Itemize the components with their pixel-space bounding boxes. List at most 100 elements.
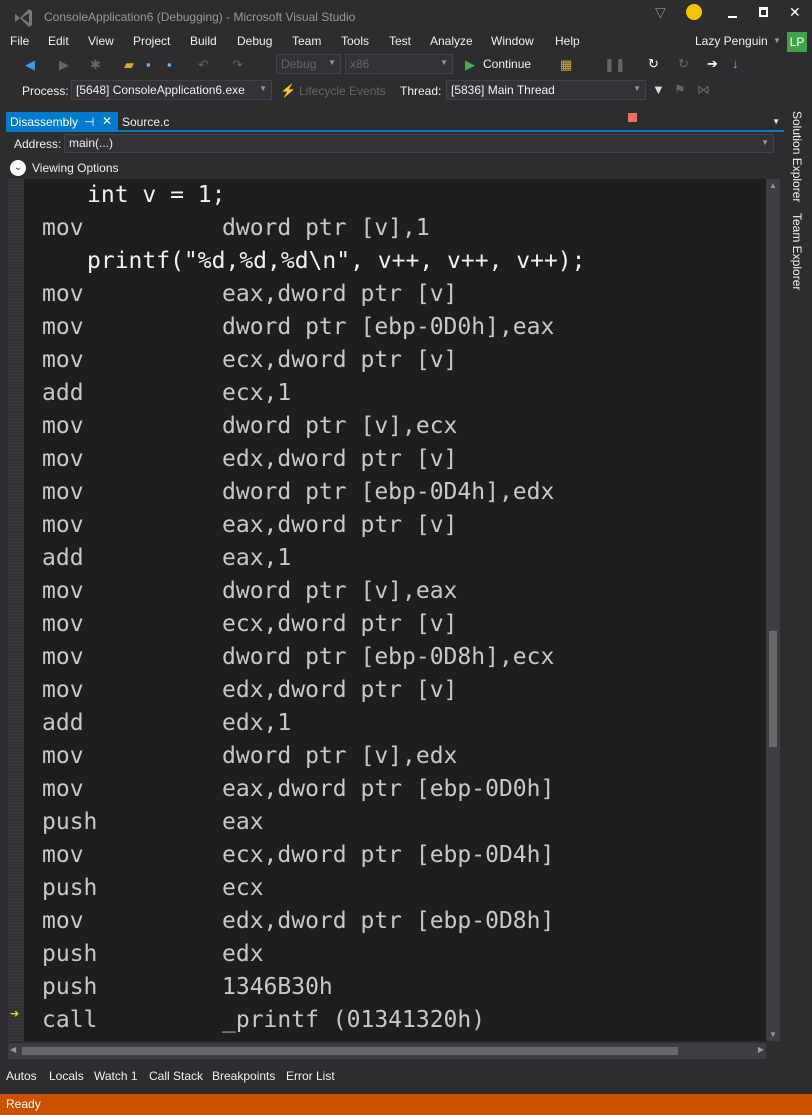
instruction-line[interactable]: push ecx xyxy=(8,872,766,905)
instruction-line[interactable]: push 1346B30h xyxy=(8,971,766,1004)
horizontal-scrollbar[interactable]: ◀ ▶ xyxy=(8,1043,766,1059)
source-line[interactable]: int v = 1; xyxy=(8,179,766,212)
restart-icon[interactable]: ↻ xyxy=(648,56,659,72)
forward-icon[interactable]: ▶ xyxy=(59,57,69,73)
chevron-down-icon: ▼ xyxy=(328,58,336,67)
operands: eax xyxy=(222,809,264,835)
scroll-down-icon[interactable]: ▼ xyxy=(769,1030,777,1039)
new-project-icon[interactable]: ✱ xyxy=(90,57,101,73)
tab-breakpoints[interactable]: Breakpoints xyxy=(212,1069,275,1083)
instruction-line[interactable]: mov ecx,dword ptr [v] xyxy=(8,608,766,641)
chevron-down-icon[interactable]: ▼ xyxy=(773,36,781,45)
stack-frame-icon[interactable]: ⋈ xyxy=(697,82,710,98)
menu-window[interactable]: Window xyxy=(491,34,534,48)
menu-view[interactable]: View xyxy=(88,34,114,48)
instruction-line[interactable]: mov edx,dword ptr [ebp-0D8h] xyxy=(8,905,766,938)
scroll-left-icon[interactable]: ◀ xyxy=(10,1045,16,1054)
maximize-button[interactable] xyxy=(759,7,768,17)
notification-filter-icon[interactable]: ▽ xyxy=(655,4,666,21)
instruction-line[interactable]: mov dword ptr [ebp-0D8h],ecx xyxy=(8,641,766,674)
flag-thread-icon[interactable]: ⚑ xyxy=(674,82,686,98)
menu-test[interactable]: Test xyxy=(389,34,411,48)
continue-button[interactable]: Continue xyxy=(483,57,531,71)
side-tab-solution-explorer[interactable]: Solution Explorer xyxy=(790,111,804,202)
pin-icon[interactable]: ⊣ xyxy=(84,115,94,129)
minimize-button[interactable] xyxy=(728,16,737,18)
open-file-icon[interactable]: ▰ xyxy=(124,57,134,73)
menu-build[interactable]: Build xyxy=(190,34,217,48)
feedback-smiley-icon[interactable] xyxy=(686,4,702,20)
close-tab-icon[interactable]: ✕ xyxy=(102,114,112,128)
instruction-line[interactable]: mov dword ptr [v],ecx xyxy=(8,410,766,443)
instruction-line[interactable]: mov ecx,dword ptr [ebp-0D4h] xyxy=(8,839,766,872)
play-icon[interactable]: ▶ xyxy=(465,57,475,73)
user-account[interactable]: Lazy Penguin xyxy=(695,34,768,48)
refresh-icon[interactable]: ↻ xyxy=(678,56,689,72)
undo-icon[interactable]: ↶ xyxy=(198,57,209,73)
instruction-line[interactable]: mov edx,dword ptr [v] xyxy=(8,674,766,707)
show-next-statement-icon[interactable]: ➔ xyxy=(707,56,718,72)
viewing-options[interactable]: ⌄ Viewing Options xyxy=(6,157,778,179)
side-tab-team-explorer[interactable]: Team Explorer xyxy=(790,213,804,290)
lifecycle-events-button[interactable]: Lifecycle Events xyxy=(299,84,386,98)
instruction-line[interactable]: mov eax,dword ptr [ebp-0D0h] xyxy=(8,773,766,806)
vertical-scroll-thumb[interactable] xyxy=(769,631,777,747)
thread-select[interactable]: [5836] Main Thread ▼ xyxy=(446,80,646,100)
instruction-line[interactable]: mov eax,dword ptr [v] xyxy=(8,509,766,542)
menu-analyze[interactable]: Analyze xyxy=(430,34,473,48)
disassembly-editor[interactable]: int v = 1; mov dword ptr [v],1 printf("%d,%… xyxy=(8,179,766,1041)
pause-icon[interactable]: ❚❚ xyxy=(604,57,626,73)
instruction-line[interactable]: add ecx,1 xyxy=(8,377,766,410)
configuration-select[interactable]: Debug ▼ xyxy=(276,54,341,74)
tab-source-c[interactable]: Source.c xyxy=(122,115,169,129)
instruction-line[interactable]: mov ecx,dword ptr [v] xyxy=(8,344,766,377)
source-line[interactable]: printf("%d,%d,%d\n", v++, v++, v++); xyxy=(8,245,766,278)
instruction-line[interactable]: add eax,1 xyxy=(8,542,766,575)
menu-team[interactable]: Team xyxy=(292,34,321,48)
menu-tools[interactable]: Tools xyxy=(341,34,369,48)
process-select[interactable]: [5648] ConsoleApplication6.exe ▼ xyxy=(71,80,272,100)
address-input[interactable]: main(...) ▼ xyxy=(64,134,774,153)
save-icon[interactable]: ▪ xyxy=(146,57,151,73)
title-bar: ConsoleApplication6 (Debugging) - Micros… xyxy=(0,0,812,32)
instruction-line[interactable]: mov edx,dword ptr [v] xyxy=(8,443,766,476)
instruction-line[interactable]: mov dword ptr [ebp-0D0h],eax xyxy=(8,311,766,344)
tab-locals[interactable]: Locals xyxy=(49,1069,84,1083)
attach-process-icon[interactable]: ▦ xyxy=(560,57,572,73)
instruction-line[interactable]: call _printf (01341320h) ➜ xyxy=(8,1004,766,1037)
close-button[interactable]: ✕ xyxy=(789,4,801,21)
scroll-up-icon[interactable]: ▲ xyxy=(769,181,777,190)
horizontal-scroll-thumb[interactable] xyxy=(22,1047,678,1055)
save-all-icon[interactable]: ▪ xyxy=(167,57,172,73)
menu-project[interactable]: Project xyxy=(133,34,170,48)
tab-watch-1[interactable]: Watch 1 xyxy=(94,1069,138,1083)
tab-disassembly[interactable]: Disassembly ⊣ ✕ xyxy=(6,112,118,132)
menu-file[interactable]: File xyxy=(10,34,29,48)
platform-select[interactable]: x86 ▼ xyxy=(345,54,453,74)
menu-help[interactable]: Help xyxy=(555,34,580,48)
lifecycle-events-icon[interactable]: ⚡ xyxy=(280,83,296,99)
tab-list-dropdown-icon[interactable]: ▼ xyxy=(772,117,780,126)
menu-edit[interactable]: Edit xyxy=(48,34,69,48)
instruction-line[interactable]: push edx xyxy=(8,938,766,971)
tab-autos[interactable]: Autos xyxy=(6,1069,37,1083)
mnemonic: add xyxy=(42,710,84,736)
filter-icon[interactable]: ▼ xyxy=(652,82,665,98)
instruction-line[interactable]: push eax xyxy=(8,806,766,839)
avatar[interactable]: LP xyxy=(787,32,807,52)
menu-debug[interactable]: Debug xyxy=(237,34,272,48)
instruction-line[interactable]: mov dword ptr [ebp-0D4h],edx xyxy=(8,476,766,509)
instruction-line[interactable]: add edx,1 xyxy=(8,707,766,740)
vertical-scrollbar[interactable]: ▲ ▼ xyxy=(766,179,780,1041)
expand-chevron-icon[interactable]: ⌄ xyxy=(10,160,26,176)
instruction-line[interactable]: mov dword ptr [v],1 xyxy=(8,212,766,245)
instruction-line[interactable]: mov dword ptr [v],edx xyxy=(8,740,766,773)
step-into-icon[interactable]: ↓ xyxy=(732,56,739,72)
instruction-line[interactable]: mov dword ptr [v],eax xyxy=(8,575,766,608)
back-icon[interactable]: ◀ xyxy=(25,57,35,73)
tab-call-stack[interactable]: Call Stack xyxy=(149,1069,203,1083)
redo-icon[interactable]: ↷ xyxy=(232,57,243,73)
tab-error-list[interactable]: Error List xyxy=(286,1069,335,1083)
instruction-line[interactable]: mov eax,dword ptr [v] xyxy=(8,278,766,311)
scroll-right-icon[interactable]: ▶ xyxy=(758,1045,764,1054)
